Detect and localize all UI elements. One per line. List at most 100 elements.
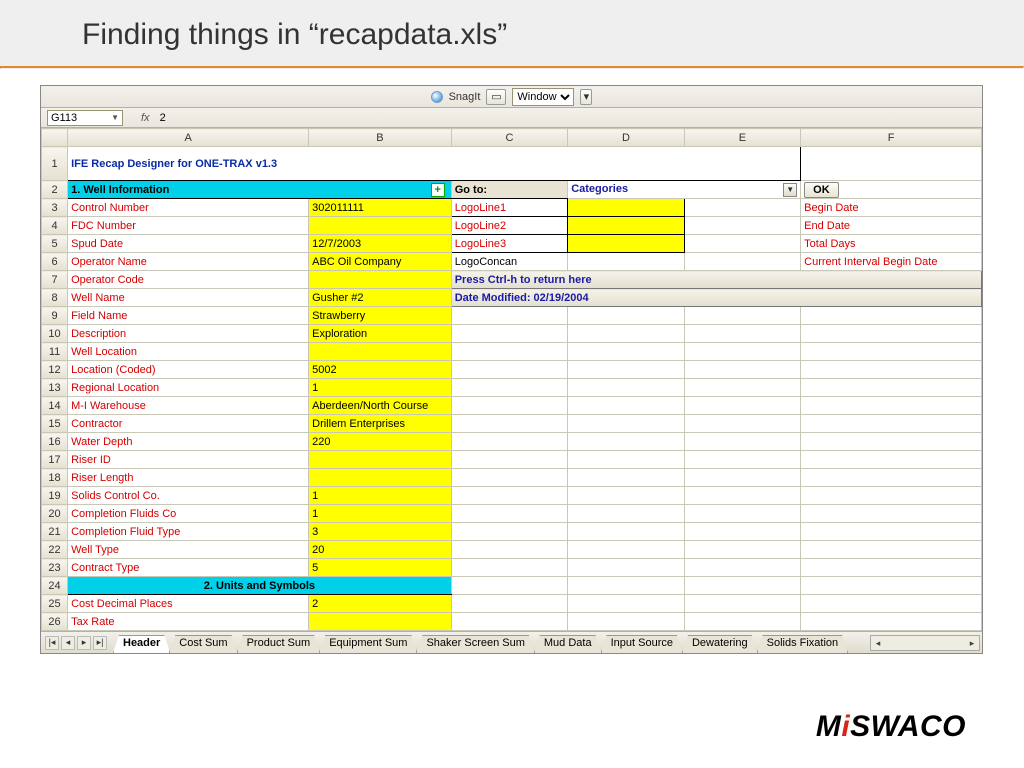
- date-field-label[interactable]: End Date: [801, 217, 982, 235]
- cell[interactable]: [801, 307, 982, 325]
- cell[interactable]: [684, 541, 800, 559]
- cell[interactable]: [451, 541, 567, 559]
- cell[interactable]: [568, 577, 684, 595]
- date-field-label[interactable]: Current Interval Begin Date: [801, 253, 982, 271]
- field-value[interactable]: Exploration: [309, 325, 452, 343]
- cell[interactable]: [684, 397, 800, 415]
- cell[interactable]: [568, 415, 684, 433]
- field-value[interactable]: Drillem Enterprises: [309, 415, 452, 433]
- section-2-header[interactable]: 2. Units and Symbols: [68, 577, 452, 595]
- cell[interactable]: [451, 361, 567, 379]
- field-value[interactable]: Gusher #2: [309, 289, 452, 307]
- cell[interactable]: [801, 379, 982, 397]
- cell[interactable]: [684, 235, 800, 253]
- field-value[interactable]: [309, 613, 452, 631]
- cell[interactable]: [568, 613, 684, 631]
- row-header[interactable]: 17: [42, 451, 68, 469]
- cell[interactable]: [801, 505, 982, 523]
- field-label[interactable]: Control Number: [68, 199, 309, 217]
- cell[interactable]: [684, 595, 800, 613]
- field-value[interactable]: 5: [309, 559, 452, 577]
- cell[interactable]: [684, 361, 800, 379]
- cell[interactable]: [568, 487, 684, 505]
- row-header[interactable]: 12: [42, 361, 68, 379]
- row-header[interactable]: 1: [42, 147, 68, 181]
- cell[interactable]: [451, 505, 567, 523]
- goto-dropdown[interactable]: Categories ▼: [568, 181, 801, 199]
- field-value[interactable]: 1: [309, 487, 452, 505]
- row-header[interactable]: 16: [42, 433, 68, 451]
- scroll-left-icon[interactable]: ◂: [871, 638, 885, 649]
- field-label[interactable]: Contractor: [68, 415, 309, 433]
- row-header[interactable]: 13: [42, 379, 68, 397]
- row-header[interactable]: 7: [42, 271, 68, 289]
- cell[interactable]: [684, 415, 800, 433]
- col-header-D[interactable]: D: [568, 129, 684, 147]
- field-value[interactable]: [309, 469, 452, 487]
- field-label[interactable]: Well Name: [68, 289, 309, 307]
- cell[interactable]: [801, 487, 982, 505]
- row-header[interactable]: 21: [42, 523, 68, 541]
- cell[interactable]: [801, 559, 982, 577]
- field-value[interactable]: 1: [309, 505, 452, 523]
- sheet-tab[interactable]: Solids Fixation: [757, 635, 849, 653]
- cell[interactable]: [684, 469, 800, 487]
- field-value[interactable]: 2: [309, 595, 452, 613]
- plus-icon[interactable]: +: [431, 183, 445, 197]
- cell[interactable]: [568, 199, 684, 217]
- cell[interactable]: [451, 343, 567, 361]
- cell[interactable]: [684, 523, 800, 541]
- cell[interactable]: [801, 147, 982, 181]
- cell[interactable]: [568, 451, 684, 469]
- field-value[interactable]: Strawberry: [309, 307, 452, 325]
- cell[interactable]: [451, 559, 567, 577]
- cell[interactable]: [568, 559, 684, 577]
- cell[interactable]: [801, 433, 982, 451]
- field-value[interactable]: 220: [309, 433, 452, 451]
- cell[interactable]: [801, 415, 982, 433]
- row-header[interactable]: 25: [42, 595, 68, 613]
- cell[interactable]: [684, 505, 800, 523]
- sheet-tab[interactable]: Cost Sum: [169, 635, 237, 653]
- cell[interactable]: [684, 307, 800, 325]
- ok-cell[interactable]: OK: [801, 181, 982, 199]
- cell[interactable]: [568, 343, 684, 361]
- field-label[interactable]: Riser ID: [68, 451, 309, 469]
- cell[interactable]: [684, 577, 800, 595]
- row-header[interactable]: 18: [42, 469, 68, 487]
- cell[interactable]: [451, 433, 567, 451]
- cell[interactable]: [684, 613, 800, 631]
- cell[interactable]: [568, 505, 684, 523]
- cell[interactable]: [451, 469, 567, 487]
- field-label[interactable]: Riser Length: [68, 469, 309, 487]
- field-value[interactable]: 20: [309, 541, 452, 559]
- cell[interactable]: [568, 235, 684, 253]
- row-header[interactable]: 2: [42, 181, 68, 199]
- cell[interactable]: [684, 559, 800, 577]
- field-label[interactable]: Operator Name: [68, 253, 309, 271]
- field-label[interactable]: Cost Decimal Places: [68, 595, 309, 613]
- row-header[interactable]: 8: [42, 289, 68, 307]
- row-header[interactable]: 19: [42, 487, 68, 505]
- field-label[interactable]: Field Name: [68, 307, 309, 325]
- cell[interactable]: [451, 307, 567, 325]
- cell[interactable]: [801, 325, 982, 343]
- cell[interactable]: [451, 325, 567, 343]
- cell[interactable]: [801, 523, 982, 541]
- tab-first-button[interactable]: |◂: [45, 636, 59, 650]
- row-header[interactable]: 24: [42, 577, 68, 595]
- field-value[interactable]: [309, 451, 452, 469]
- row-header[interactable]: 11: [42, 343, 68, 361]
- cell[interactable]: [568, 397, 684, 415]
- field-value[interactable]: [309, 343, 452, 361]
- row-header[interactable]: 15: [42, 415, 68, 433]
- cell[interactable]: [801, 577, 982, 595]
- horizontal-scrollbar[interactable]: ◂ ▸: [870, 635, 980, 651]
- cell[interactable]: [684, 325, 800, 343]
- field-label[interactable]: Well Location: [68, 343, 309, 361]
- name-box[interactable]: G113 ▼: [47, 110, 123, 126]
- col-header-A[interactable]: A: [68, 129, 309, 147]
- cell[interactable]: [684, 253, 800, 271]
- row-header[interactable]: 6: [42, 253, 68, 271]
- field-label[interactable]: Spud Date: [68, 235, 309, 253]
